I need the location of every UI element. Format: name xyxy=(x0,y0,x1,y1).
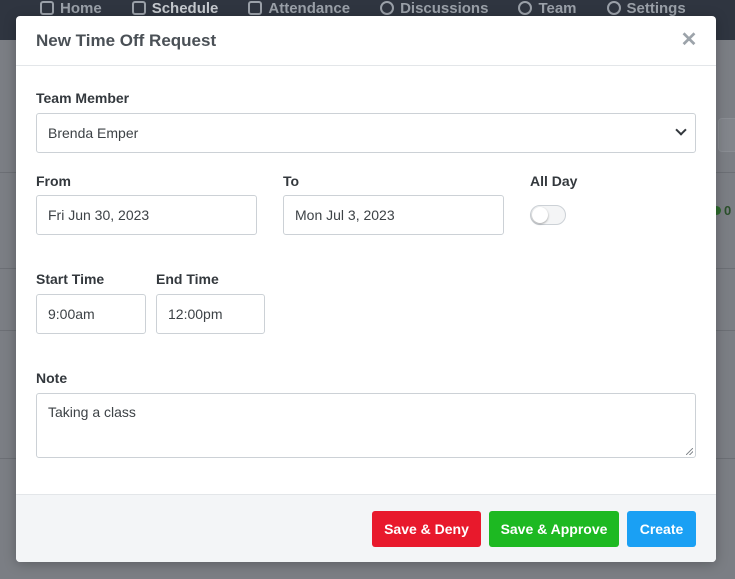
team-icon xyxy=(518,1,533,15)
modal-header: New Time Off Request ✕ xyxy=(16,16,716,66)
team-member-value: Brenda Emper xyxy=(48,125,139,141)
start-time-input[interactable]: 9:00am xyxy=(36,294,146,334)
to-date-value: Mon Jul 3, 2023 xyxy=(295,207,395,223)
nav-item-label: Schedule xyxy=(151,0,219,17)
nav-item-label: Team xyxy=(538,0,577,17)
nav-item-team[interactable]: Team xyxy=(518,0,577,17)
nav-item-label: Discussions xyxy=(400,0,489,17)
nav-item-attendance[interactable]: Attendance xyxy=(248,0,350,17)
nav-item-label: Settings xyxy=(626,0,686,17)
nav-item-settings[interactable]: Settings xyxy=(606,0,686,17)
calendar-icon xyxy=(131,1,146,15)
start-time-value: 9:00am xyxy=(48,306,95,322)
close-icon[interactable]: ✕ xyxy=(680,30,698,50)
end-time-value: 12:00pm xyxy=(168,306,223,322)
nav-item-discussions[interactable]: Discussions xyxy=(380,0,488,17)
chevron-down-icon xyxy=(675,124,687,136)
save-and-approve-button[interactable]: Save & Approve xyxy=(489,511,619,547)
nav-item-home[interactable]: Home xyxy=(40,0,102,17)
background-button[interactable] xyxy=(718,118,735,152)
end-time-label: End Time xyxy=(156,271,219,287)
to-date-input[interactable]: Mon Jul 3, 2023 xyxy=(283,195,504,235)
status-text: 0 xyxy=(724,203,732,218)
team-member-select[interactable]: Brenda Emper xyxy=(36,113,696,153)
calendar-check-icon xyxy=(248,1,263,15)
nav-item-label: Attendance xyxy=(268,0,351,17)
all-day-label: All Day xyxy=(530,173,578,189)
nav-item-schedule[interactable]: Schedule xyxy=(131,0,219,17)
chat-icon xyxy=(380,1,395,15)
team-member-label: Team Member xyxy=(36,90,130,106)
end-time-input[interactable]: 12:00pm xyxy=(156,294,265,334)
from-date-input[interactable]: Fri Jun 30, 2023 xyxy=(36,195,257,235)
modal-footer: Save & Deny Save & Approve Create xyxy=(16,494,716,562)
create-button[interactable]: Create xyxy=(627,511,696,547)
home-icon xyxy=(40,1,54,15)
all-day-toggle[interactable] xyxy=(530,205,566,225)
note-value: Taking a class xyxy=(48,404,136,420)
time-off-request-modal: New Time Off Request ✕ Team Member Brend… xyxy=(16,16,716,562)
from-label: From xyxy=(36,173,71,189)
toggle-knob xyxy=(532,207,548,223)
save-and-deny-button[interactable]: Save & Deny xyxy=(372,511,481,547)
nav-item-label: Home xyxy=(60,0,102,17)
resize-handle-icon[interactable] xyxy=(686,448,693,455)
to-label: To xyxy=(283,173,300,189)
gear-icon xyxy=(606,1,621,15)
note-label: Note xyxy=(36,370,68,386)
note-textarea[interactable]: Taking a class xyxy=(36,393,696,458)
from-date-value: Fri Jun 30, 2023 xyxy=(48,207,150,223)
start-time-label: Start Time xyxy=(36,271,105,287)
modal-title: New Time Off Request xyxy=(36,30,217,50)
